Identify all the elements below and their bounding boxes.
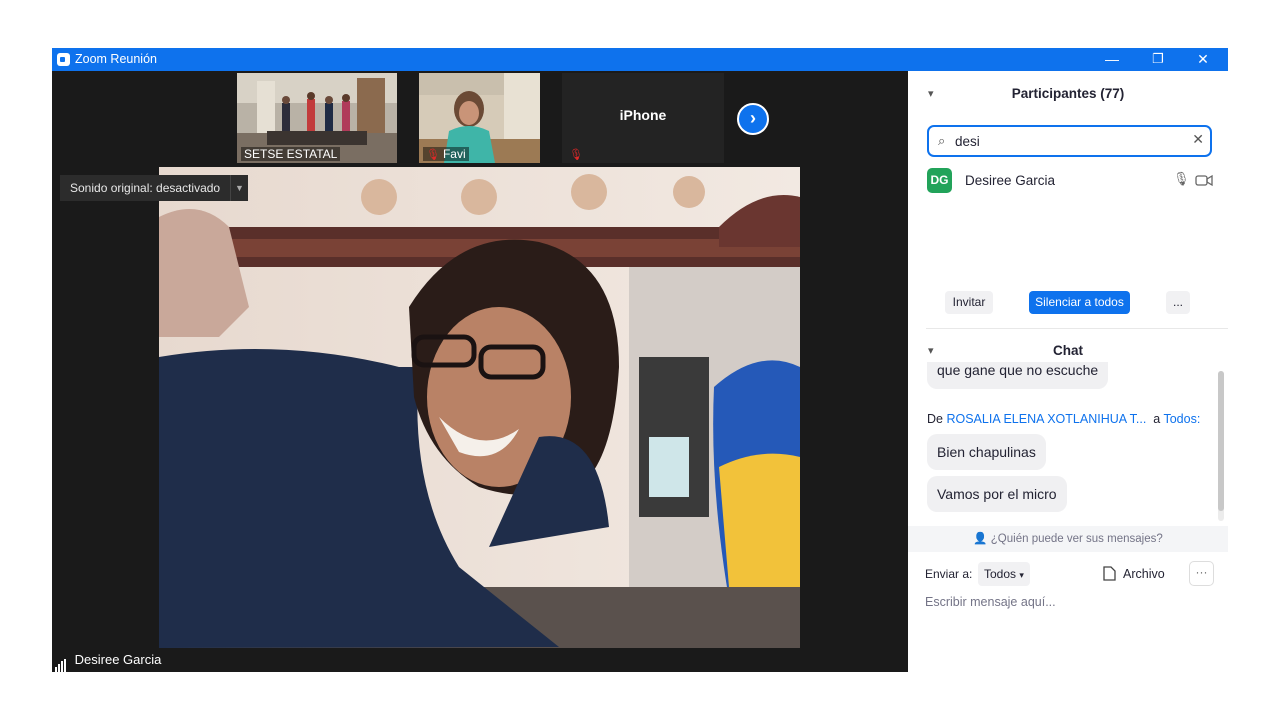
thumbnail-setse-estatal[interactable]: SETSE ESTATAL [237,73,397,163]
chevron-down-icon: ▾ [1019,570,1024,580]
original-sound-dropdown[interactable]: Sonido original: desactivado ▼ [60,175,248,201]
chat-message: Vamos por el micro [927,476,1067,512]
chat-sender-line: De ROSALIA ELENA XOTLANIHUA T... a Todos… [927,412,1200,426]
scrollbar-thumb[interactable] [1218,371,1224,511]
avatar: DG [927,168,952,193]
thumbnail-iphone[interactable]: iPhone 🎙 [562,73,724,163]
zoom-app-icon [57,53,70,66]
file-label: Archivo [1123,567,1165,581]
close-icon[interactable]: ✕ [1180,48,1226,71]
file-icon [1103,566,1116,581]
thumbnail-name: iPhone [619,107,667,123]
search-icon: ⌕ [938,133,946,148]
participant-row[interactable]: DG Desiree Garcia 🎙 [927,168,1217,194]
participants-title: Participantes (77) [1011,86,1125,101]
recipient-name[interactable]: Todos: [1163,412,1200,426]
divider [926,328,1228,329]
chat-message: que gane que no escuche [927,362,1109,389]
send-to-label: Enviar a: [925,567,973,581]
invite-button[interactable]: Invitar [945,291,993,314]
participant-name: Desiree Garcia [965,173,1056,188]
microphone-icon[interactable]: 🎙 [1173,171,1190,187]
speaker-video-frame [159,167,800,648]
thumbnail-label: SETSE ESTATAL [241,147,341,161]
mute-all-button[interactable]: Silenciar a todos [1029,291,1130,314]
participant-search[interactable]: ⌕ ✕ [927,125,1212,157]
who-can-see-text: ¿Quién puede ver sus mensajes? [990,533,1163,545]
signal-strength-icon [55,650,67,672]
title-bar: Zoom Reunión — ❐ ✕ [52,48,1228,71]
send-to-row: Enviar a: Todos ▾ Archivo ··· [925,561,1215,586]
camera-icon[interactable] [1195,170,1213,190]
more-options-button[interactable]: ... [1166,291,1190,314]
active-speaker-name: Desiree Garcia [74,652,162,667]
window-title: Zoom Reunión [75,52,157,66]
from-prefix: De [927,412,943,426]
send-to-select[interactable]: Todos ▾ [978,562,1030,586]
person-lock-icon: 👤 [973,533,988,545]
active-speaker-tag: Desiree Garcia [52,649,167,672]
restore-icon[interactable]: ❐ [1135,48,1181,71]
zoom-window: Zoom Reunión — ❐ ✕ SETSE ESTATAL 🎙 Favi … [52,48,1228,672]
chat-message-input[interactable] [925,592,1215,612]
main-speaker-video [159,167,800,648]
file-button[interactable]: Archivo [1103,562,1165,586]
search-input[interactable] [955,132,1185,150]
video-area: SETSE ESTATAL 🎙 Favi iPhone 🎙 › Sonido o… [52,71,908,672]
next-page-button[interactable]: › [737,103,769,135]
thumbnail-label: 🎙 Favi [423,147,469,161]
send-to-value: Todos [984,567,1017,581]
original-sound-label: Sonido original: desactivado [70,181,221,195]
side-panel: ▾ Participantes (77) ⌕ ✕ DG Desiree Garc… [908,71,1228,672]
muted-mic-icon: 🎙 [426,149,440,161]
chat-more-button[interactable]: ··· [1189,561,1214,586]
clear-search-icon[interactable]: ✕ [1192,131,1204,148]
to-prefix: a [1153,412,1161,426]
chevron-down-icon[interactable]: ▼ [230,175,248,201]
sender-name[interactable]: ROSALIA ELENA XOTLANIHUA T... [946,412,1146,426]
chat-message: Bien chapulinas [927,434,1046,470]
chat-title: Chat [1053,343,1083,358]
muted-mic-icon: 🎙 [569,149,583,161]
who-can-see-link[interactable]: 👤 ¿Quién puede ver sus mensajes? [908,526,1228,552]
thumbnail-favi[interactable]: 🎙 Favi [419,73,540,163]
chat-scrollbar[interactable] [1218,371,1224,521]
minimize-icon[interactable]: — [1089,48,1135,71]
